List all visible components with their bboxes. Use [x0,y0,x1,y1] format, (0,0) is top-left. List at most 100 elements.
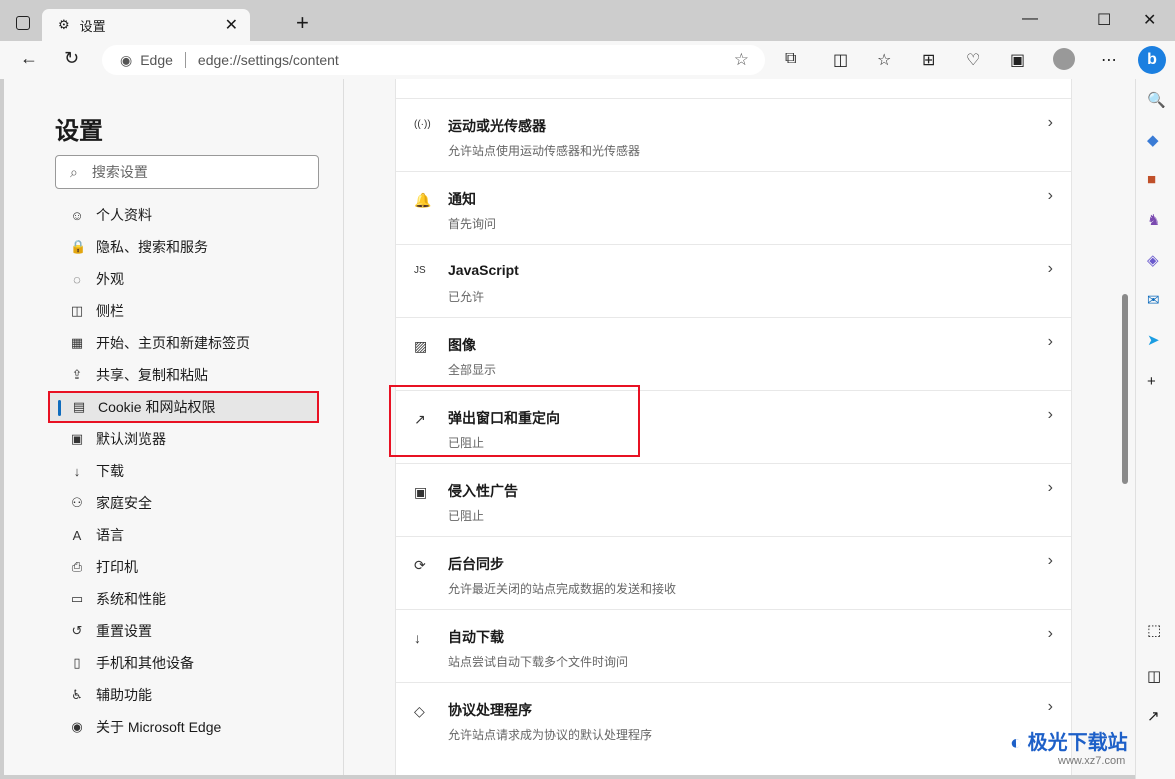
address-bar[interactable]: ◉ Edge edge://settings/content ☆ [102,45,765,75]
sidebar-item[interactable]: ▦ 开始、主页和新建标签页 [48,327,319,359]
education-icon[interactable]: ▣ [1010,50,1025,70]
sidebar-item-label: 外观 [96,271,124,287]
collections-icon[interactable]: ⊞ [922,50,935,70]
sidebar-item-label: 关于 Microsoft Edge [96,719,222,735]
permission-row[interactable]: ▣ 侵入性广告 已阻止 › [396,463,1071,536]
sidebar-item[interactable]: ⎙ 打印机 [48,551,319,583]
gear-icon: ⚙ [58,17,70,32]
sidebar-toggle-icon[interactable]: ◫ [1147,667,1161,685]
permission-status: 站点尝试自动下载多个文件时询问 [448,655,629,669]
refresh-button[interactable]: ↻ [64,48,79,69]
permission-row[interactable]: 🔔 通知 首先询问 › [396,171,1071,244]
permission-title: 通知 [448,191,476,207]
settings-sidebar: 设置 ⌕ 搜索设置 ☺ 个人资料 🔒 隐私、搜索和服务 ◌ 外观 ◫ 侧栏 ▦ 开始、主页和新建标… [4,79,344,775]
sidebar-item[interactable]: ↓ 下载 [48,455,319,487]
split-screen-icon[interactable]: ◫ [833,50,848,70]
permission-title: 自动下载 [448,629,504,645]
sidebar-item-label: 默认浏览器 [96,431,166,447]
outlook-icon[interactable]: ✉ [1147,291,1160,309]
lock-icon: 🔒 [70,239,87,254]
scrollbar[interactable] [1122,294,1128,484]
language-icon: A [72,527,82,543]
chevron-right-icon: › [1047,114,1053,131]
title-bar: ⚙ 设置 ✕ + — ☐ ✕ [0,0,1175,41]
avatar[interactable] [1053,48,1075,70]
sidebar-item[interactable]: ▤ Cookie 和网站权限 [48,391,319,423]
sidebar-item[interactable]: ▭ 系统和性能 [48,583,319,615]
send-icon[interactable]: ➤ [1147,331,1160,349]
favorites-icon[interactable]: ☆ [877,50,891,70]
permission-title: 协议处理程序 [448,702,532,718]
sidebar-item-label: 重置设置 [96,623,152,639]
sidebar-item[interactable]: ▣ 默认浏览器 [48,423,319,455]
permission-row[interactable]: ((·)) 运动或光传感器 允许站点使用运动传感器和光传感器 › [396,98,1071,171]
tab-actions-icon[interactable] [16,16,30,30]
sidebar-item[interactable]: A 语言 [48,519,319,551]
permission-status: 全部显示 [448,363,497,377]
maximize-button[interactable]: ☐ [1097,10,1111,30]
back-button[interactable]: ← [20,48,38,69]
sidebar-item-label: 打印机 [96,559,138,575]
sidebar-item[interactable]: ◌ 外观 [48,263,319,295]
sidebar-item-label: 家庭安全 [96,495,152,511]
tab-title: 设置 [79,18,106,34]
permission-title: JavaScript [448,262,519,278]
sidebar-item[interactable]: ◉ 关于 Microsoft Edge [48,711,319,743]
sidebar-item-label: 侧栏 [96,303,124,319]
permission-title: 图像 [448,337,476,353]
permission-row[interactable]: ▨ 图像 全部显示 › [396,317,1071,390]
permission-status: 已阻止 [448,509,485,523]
sidebar-item[interactable]: ♿ 辅助功能 [48,679,319,711]
browser-essentials-icon[interactable]: ♡ [966,50,980,70]
sidebar-item[interactable]: 🔒 隐私、搜索和服务 [48,231,319,263]
tab-settings[interactable]: ⚙ 设置 ✕ [42,9,250,41]
sidebar-item-label: 系统和性能 [96,591,166,607]
search-input[interactable]: ⌕ 搜索设置 [55,155,319,189]
sidebar-item[interactable]: ▯ 手机和其他设备 [48,647,319,679]
reset-icon: ↺ [71,623,83,638]
url-text: edge://settings/content [197,52,339,68]
minimize-button[interactable]: — [1022,10,1038,28]
cookie-icon: ▤ [72,399,86,414]
sidebar-item-label: 隐私、搜索和服务 [96,239,208,255]
sidebar-item-label: 开始、主页和新建标签页 [96,335,250,351]
games-icon[interactable]: ♞ [1147,211,1160,229]
copilot-icon[interactable]: b [1138,46,1166,74]
favorite-star-icon[interactable]: ☆ [734,50,749,70]
palette-icon: ◌ [73,271,81,287]
new-tab-button[interactable]: + [296,10,309,36]
sidebar-item-label: 手机和其他设备 [96,655,194,671]
sidebar-item[interactable]: ◫ 侧栏 [48,295,319,327]
external-link-icon[interactable]: ↗ [1147,707,1160,725]
sidebar-item[interactable]: ↺ 重置设置 [48,615,319,647]
office-icon[interactable]: ◈ [1147,251,1159,269]
sidebar-item-label: 下载 [96,463,124,479]
tools-icon[interactable]: ■ [1147,171,1156,188]
sidebar-item[interactable]: ⇪ 共享、复制和粘贴 [48,359,319,391]
search-icon[interactable]: 🔍 [1147,91,1166,109]
sidebar-item[interactable]: ☺ 个人资料 [48,199,319,231]
more-icon[interactable]: ⋯ [1101,50,1117,70]
edge-sidebar: 🔍 ◆ ■ ♞ ◈ ✉ ➤ + ⬚ ◫ ↗ [1135,79,1175,779]
chevron-right-icon: › [1047,260,1053,277]
permission-row[interactable]: ↓ 自动下载 站点尝试自动下载多个文件时询问 › [396,609,1071,682]
toolbar: ← ↻ ◉ Edge edge://settings/content ☆ ⧉ ◫… [0,41,1175,79]
sensor-icon: ((·)) [414,119,431,130]
screenshot-icon[interactable]: ⬚ [1147,621,1161,639]
highlight-box [389,385,640,457]
close-window-button[interactable]: ✕ [1143,10,1156,30]
permission-title: 运动或光传感器 [448,118,546,134]
extensions-icon[interactable]: ⧉ [785,50,796,68]
share-icon: ⇪ [71,367,83,382]
image-icon: ▨ [414,338,428,354]
sidebar-item[interactable]: ⚇ 家庭安全 [48,487,319,519]
shopping-icon[interactable]: ◆ [1147,131,1159,149]
edge-icon: ◉ [71,719,83,734]
permission-row[interactable]: ◇ 协议处理程序 允许站点请求成为协议的默认处理程序 › [396,682,1071,755]
sidebar-item-label: 共享、复制和粘贴 [96,367,208,383]
permission-row[interactable]: JS JavaScript 已允许 › [396,244,1071,317]
permission-row[interactable]: ⟳ 后台同步 允许最近关闭的站点完成数据的发送和接收 › [396,536,1071,609]
chevron-right-icon: › [1047,406,1053,423]
add-icon[interactable]: + [1147,373,1156,390]
close-tab-icon[interactable]: ✕ [225,15,238,35]
